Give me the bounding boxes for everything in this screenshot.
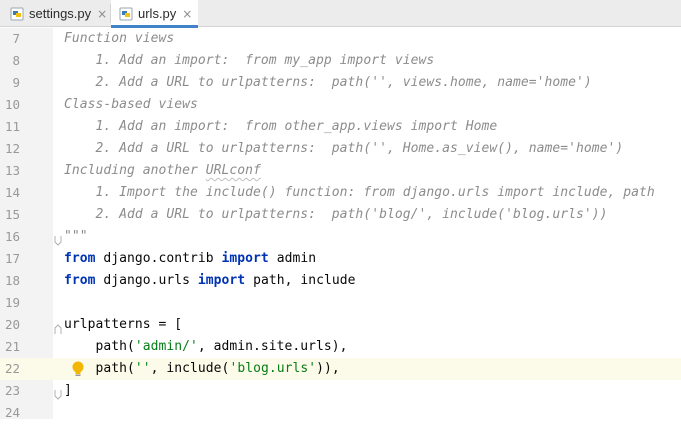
python-file-icon bbox=[119, 7, 133, 21]
line-number: 16 bbox=[4, 229, 20, 244]
line-number: 22 bbox=[4, 361, 20, 376]
code-line[interactable]: 11 1. Add an import: from other_app.view… bbox=[0, 116, 681, 138]
line-number: 10 bbox=[4, 97, 20, 112]
code-text: 1. Add an import: from my_app import vie… bbox=[64, 53, 435, 68]
line-number: 17 bbox=[4, 251, 20, 266]
code-line[interactable]: 15 2. Add a URL to urlpatterns: path('bl… bbox=[0, 204, 681, 226]
fold-end-icon[interactable] bbox=[54, 231, 62, 246]
code-text: path('admin/', admin.site.urls), bbox=[64, 336, 348, 358]
fold-start-icon[interactable] bbox=[54, 319, 62, 334]
line-number: 14 bbox=[4, 185, 20, 200]
code-text: urlpatterns = [ bbox=[64, 317, 183, 332]
code-token: django.contrib bbox=[95, 251, 222, 266]
code-text: 2. Add a URL to urlpatterns: path('', vi… bbox=[64, 75, 592, 90]
code-token: Including another bbox=[64, 163, 206, 178]
code-token: )), bbox=[316, 361, 340, 376]
keyword-token: from bbox=[64, 251, 96, 266]
line-number: 13 bbox=[4, 163, 20, 178]
string-token: '' bbox=[134, 361, 151, 376]
code-line[interactable]: 23 ] bbox=[0, 380, 681, 402]
code-line[interactable]: 14 1. Import the include() function: fro… bbox=[0, 182, 681, 204]
keyword-token: from bbox=[64, 273, 96, 288]
keyword-token: import bbox=[197, 273, 246, 288]
keyword-token: import bbox=[221, 251, 269, 266]
line-number: 18 bbox=[4, 273, 20, 288]
code-line[interactable]: 16 """ bbox=[0, 226, 681, 248]
lightbulb-icon[interactable] bbox=[71, 360, 85, 378]
close-icon[interactable]: × bbox=[97, 7, 107, 21]
close-icon[interactable]: × bbox=[182, 7, 192, 21]
code-text: path('', include('blog.urls')), bbox=[64, 358, 340, 380]
code-text: Including another URLconf bbox=[64, 160, 261, 182]
editor-tab-bar: settings.py × urls.py × bbox=[0, 0, 681, 28]
string-token: 'admin/' bbox=[134, 339, 198, 354]
code-line[interactable]: 10 Class-based views bbox=[0, 94, 681, 116]
tab-urls-py[interactable]: urls.py × bbox=[111, 0, 198, 28]
line-number: 24 bbox=[4, 405, 20, 420]
code-token: admin bbox=[268, 251, 317, 266]
code-line[interactable]: 24 bbox=[0, 402, 681, 424]
code-token: path, include bbox=[245, 273, 356, 288]
code-line[interactable]: 13 Including another URLconf bbox=[0, 160, 681, 182]
code-line[interactable]: 18 from django.urls import path, include bbox=[0, 270, 681, 292]
spelling-warning-token: URLconf bbox=[205, 163, 261, 178]
python-file-icon bbox=[10, 7, 24, 21]
code-text: 2. Add a URL to urlpatterns: path('', Ho… bbox=[64, 141, 624, 156]
line-number: 19 bbox=[4, 295, 20, 310]
code-token: , include( bbox=[150, 361, 230, 376]
code-text: """ bbox=[64, 229, 88, 244]
code-text: ] bbox=[64, 383, 72, 398]
code-line[interactable]: 19 bbox=[0, 292, 681, 314]
code-text: Function views bbox=[64, 31, 175, 46]
code-editor[interactable]: 7 Function views 8 1. Add an import: fro… bbox=[0, 28, 681, 420]
code-token: django.urls bbox=[95, 273, 198, 288]
code-line[interactable]: 17 from django.contrib import admin bbox=[0, 248, 681, 270]
code-text: 2. Add a URL to urlpatterns: path('blog/… bbox=[64, 207, 608, 222]
line-number: 21 bbox=[4, 339, 20, 354]
string-token: 'blog.urls' bbox=[229, 361, 317, 376]
line-number: 15 bbox=[4, 207, 20, 222]
line-number: 7 bbox=[12, 31, 20, 46]
code-token: path( bbox=[64, 339, 135, 354]
code-line[interactable]: 20 urlpatterns = [ bbox=[0, 314, 681, 336]
code-text: 1. Import the include() function: from d… bbox=[64, 185, 655, 200]
line-number: 23 bbox=[4, 383, 20, 398]
code-text: from django.urls import path, include bbox=[64, 270, 355, 292]
code-line[interactable]: 8 1. Add an import: from my_app import v… bbox=[0, 50, 681, 72]
line-number: 8 bbox=[12, 53, 20, 68]
code-line[interactable]: 7 Function views bbox=[0, 28, 681, 50]
code-line-current[interactable]: 22 path('', include('blog.urls')), bbox=[0, 358, 681, 380]
code-line[interactable]: 9 2. Add a URL to urlpatterns: path('', … bbox=[0, 72, 681, 94]
code-line[interactable]: 12 2. Add a URL to urlpatterns: path('',… bbox=[0, 138, 681, 160]
code-text: from django.contrib import admin bbox=[64, 248, 316, 270]
code-text: Class-based views bbox=[64, 97, 198, 112]
line-number: 11 bbox=[4, 119, 20, 134]
tab-label: urls.py bbox=[138, 6, 177, 21]
tab-label: settings.py bbox=[29, 6, 92, 21]
line-number: 9 bbox=[12, 75, 20, 90]
fold-end-icon[interactable] bbox=[54, 385, 62, 400]
code-text: 1. Add an import: from other_app.views i… bbox=[64, 119, 498, 134]
tab-settings-py[interactable]: settings.py × bbox=[6, 0, 109, 27]
code-line[interactable]: 21 path('admin/', admin.site.urls), bbox=[0, 336, 681, 358]
line-number: 20 bbox=[4, 317, 20, 332]
code-token: , admin.site.urls), bbox=[197, 339, 348, 354]
line-number: 12 bbox=[4, 141, 20, 156]
